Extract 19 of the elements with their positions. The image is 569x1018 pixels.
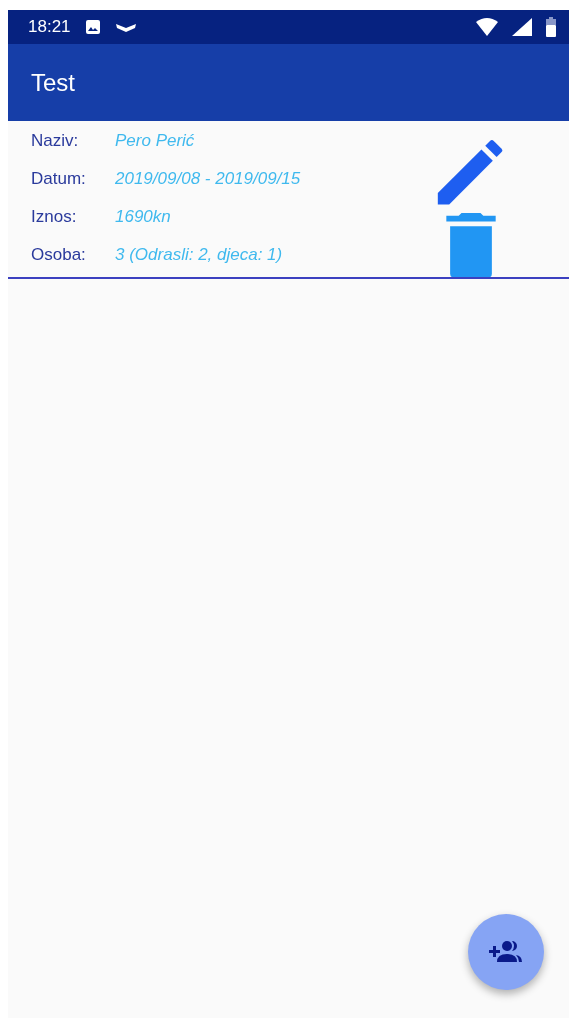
signal-icon [512, 18, 532, 36]
field-label: Datum: [31, 169, 87, 189]
app-title: Test [31, 68, 75, 97]
field-value: 2019/09/08 - 2019/09/15 [115, 169, 301, 189]
field-label: Iznos: [31, 207, 78, 227]
status-time: 18:21 [28, 17, 71, 37]
chevron-icon [114, 21, 137, 33]
field-label: Naziv: [31, 131, 80, 151]
field-label: Osoba: [31, 245, 87, 265]
battery-icon [546, 17, 556, 37]
add-group-icon [489, 940, 523, 964]
wifi-icon [476, 18, 498, 36]
delete-icon[interactable] [445, 212, 497, 277]
image-icon [84, 19, 101, 35]
add-person-button[interactable] [468, 914, 544, 990]
entry-card[interactable]: Naziv: Pero Perić Datum: 2019/09/08 - 2019/09/15 Iznos: 1690kn Osoba: 3 (Odrasli: 2, djeca: 1) [8, 121, 569, 279]
field-value: 3 (Odrasli: 2, djeca: 1) [115, 245, 283, 265]
field-value: 1690kn [115, 207, 171, 227]
field-value: Pero Perić [115, 131, 195, 151]
